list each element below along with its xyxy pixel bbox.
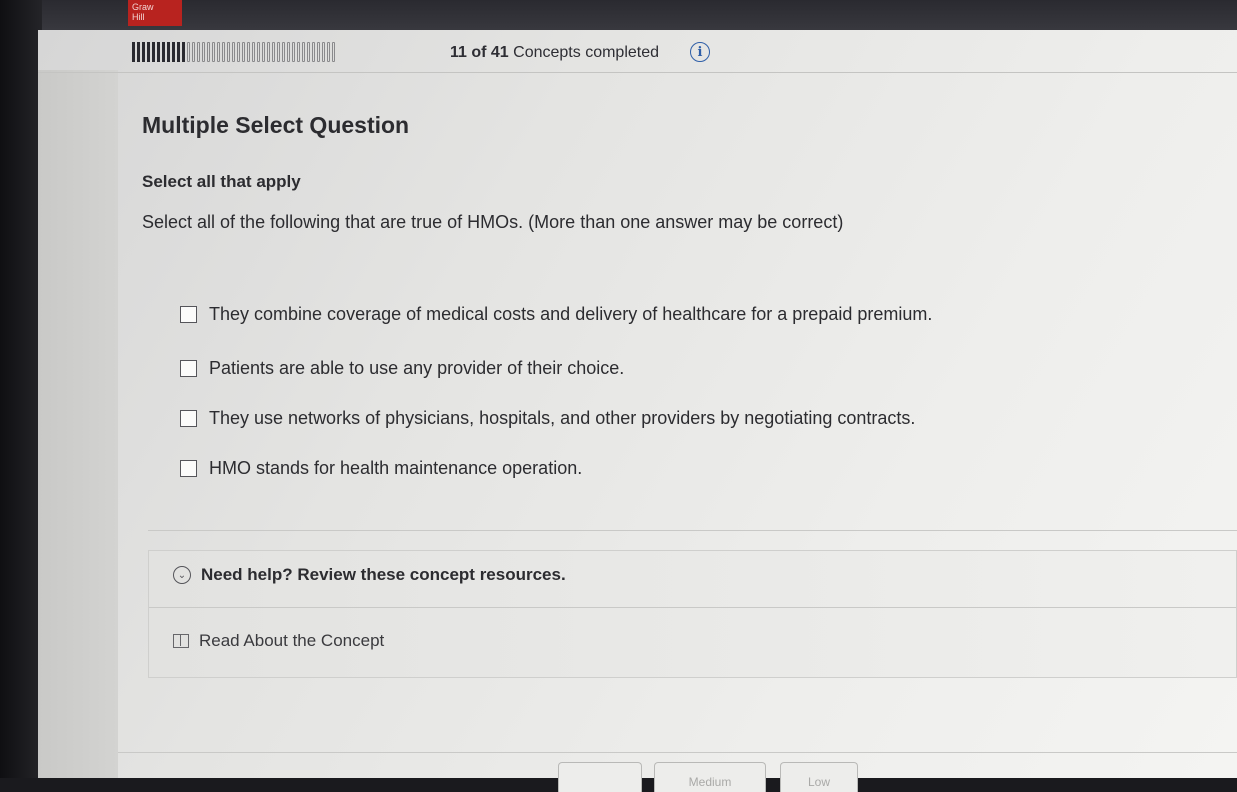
progress-segment-incomplete bbox=[332, 42, 335, 62]
progress-segment-complete bbox=[132, 42, 135, 62]
progress-segment-incomplete bbox=[232, 42, 235, 62]
progress-segment-incomplete bbox=[287, 42, 290, 62]
help-resources-title: Need help? Review these concept resource… bbox=[201, 565, 566, 584]
device-bezel-top bbox=[0, 0, 1237, 34]
read-about-concept-label: Read About the Concept bbox=[199, 631, 385, 650]
question-content: Multiple Select Question Select all that… bbox=[118, 72, 1237, 792]
progress-count: 11 of 41 bbox=[450, 44, 509, 61]
progress-segment-incomplete bbox=[192, 42, 195, 62]
answer-option-1[interactable]: They combine coverage of medical costs a… bbox=[180, 304, 932, 325]
progress-text: 11 of 41 Concepts completed bbox=[450, 44, 659, 62]
progress-segment-complete bbox=[162, 42, 165, 62]
footer-divider bbox=[118, 752, 1237, 753]
progress-segment-complete bbox=[157, 42, 160, 62]
question-prompt: Select all of the following that are tru… bbox=[142, 212, 844, 232]
progress-segment-incomplete bbox=[207, 42, 210, 62]
progress-segment-incomplete bbox=[312, 42, 315, 62]
concept-progress-meter bbox=[132, 42, 438, 62]
progress-segment-incomplete bbox=[222, 42, 225, 62]
progress-segment-incomplete bbox=[202, 42, 205, 62]
progress-suffix: Concepts completed bbox=[513, 44, 660, 61]
answer-option-label: HMO stands for health maintenance operat… bbox=[209, 458, 583, 478]
progress-segment-complete bbox=[177, 42, 180, 62]
progress-segment-incomplete bbox=[292, 42, 295, 62]
progress-segment-incomplete bbox=[197, 42, 200, 62]
left-panel bbox=[38, 70, 118, 778]
progress-segment-incomplete bbox=[252, 42, 255, 62]
confidence-button-high[interactable] bbox=[558, 762, 642, 792]
help-resources-toggle[interactable]: ⌄ Need help? Review these concept resour… bbox=[173, 565, 566, 585]
progress-segment-incomplete bbox=[217, 42, 220, 62]
progress-segment-complete bbox=[137, 42, 140, 62]
progress-segment-incomplete bbox=[227, 42, 230, 62]
progress-segment-incomplete bbox=[277, 42, 280, 62]
answer-checkbox[interactable] bbox=[180, 306, 197, 323]
read-about-concept-link[interactable]: Read About the Concept bbox=[173, 631, 384, 651]
answer-option-3[interactable]: They use networks of physicians, hospita… bbox=[180, 408, 915, 429]
progress-segment-incomplete bbox=[262, 42, 265, 62]
section-divider bbox=[148, 530, 1237, 531]
help-resources-panel: ⌄ Need help? Review these concept resour… bbox=[148, 550, 1237, 678]
answer-checkbox[interactable] bbox=[180, 410, 197, 427]
answer-checkbox[interactable] bbox=[180, 460, 197, 477]
progress-segment-incomplete bbox=[297, 42, 300, 62]
progress-segment-complete bbox=[182, 42, 185, 62]
device-bezel-left bbox=[0, 0, 42, 778]
answer-option-label: They use networks of physicians, hospita… bbox=[209, 408, 916, 428]
chevron-down-icon: ⌄ bbox=[173, 566, 191, 584]
progress-segment-incomplete bbox=[247, 42, 250, 62]
progress-segment-complete bbox=[172, 42, 175, 62]
progress-segment-incomplete bbox=[317, 42, 320, 62]
answer-option-2[interactable]: Patients are able to use any provider of… bbox=[180, 358, 624, 379]
progress-bar-header: 11 of 41 Concepts completed i bbox=[38, 30, 1237, 73]
progress-segment-incomplete bbox=[237, 42, 240, 62]
progress-segment-complete bbox=[147, 42, 150, 62]
question-type-heading: Multiple Select Question bbox=[142, 112, 410, 138]
confidence-button-low[interactable]: Low bbox=[780, 762, 858, 792]
progress-segment-incomplete bbox=[282, 42, 285, 62]
answer-checkbox[interactable] bbox=[180, 360, 197, 377]
app-screen: 11 of 41 Concepts completed i Multiple S… bbox=[38, 30, 1237, 792]
progress-segment-incomplete bbox=[307, 42, 310, 62]
progress-segment-complete bbox=[167, 42, 170, 62]
progress-segment-incomplete bbox=[272, 42, 275, 62]
progress-segment-complete bbox=[152, 42, 155, 62]
help-divider bbox=[149, 607, 1236, 608]
progress-segment-incomplete bbox=[187, 42, 190, 62]
confidence-button-medium[interactable]: Medium bbox=[654, 762, 766, 792]
answer-option-label: They combine coverage of medical costs a… bbox=[209, 304, 933, 324]
progress-segment-incomplete bbox=[242, 42, 245, 62]
progress-segment-incomplete bbox=[322, 42, 325, 62]
question-instruction: Select all that apply bbox=[142, 172, 301, 191]
progress-segment-incomplete bbox=[267, 42, 270, 62]
progress-segment-complete bbox=[142, 42, 145, 62]
progress-segment-incomplete bbox=[257, 42, 260, 62]
info-icon[interactable]: i bbox=[690, 42, 710, 62]
progress-segment-incomplete bbox=[212, 42, 215, 62]
answer-option-label: Patients are able to use any provider of… bbox=[209, 358, 625, 378]
answer-option-4[interactable]: HMO stands for health maintenance operat… bbox=[180, 458, 582, 479]
book-icon bbox=[173, 634, 189, 648]
progress-segment-incomplete bbox=[327, 42, 330, 62]
progress-segment-incomplete bbox=[302, 42, 305, 62]
mcgraw-hill-logo: Graw Hill bbox=[128, 0, 182, 26]
